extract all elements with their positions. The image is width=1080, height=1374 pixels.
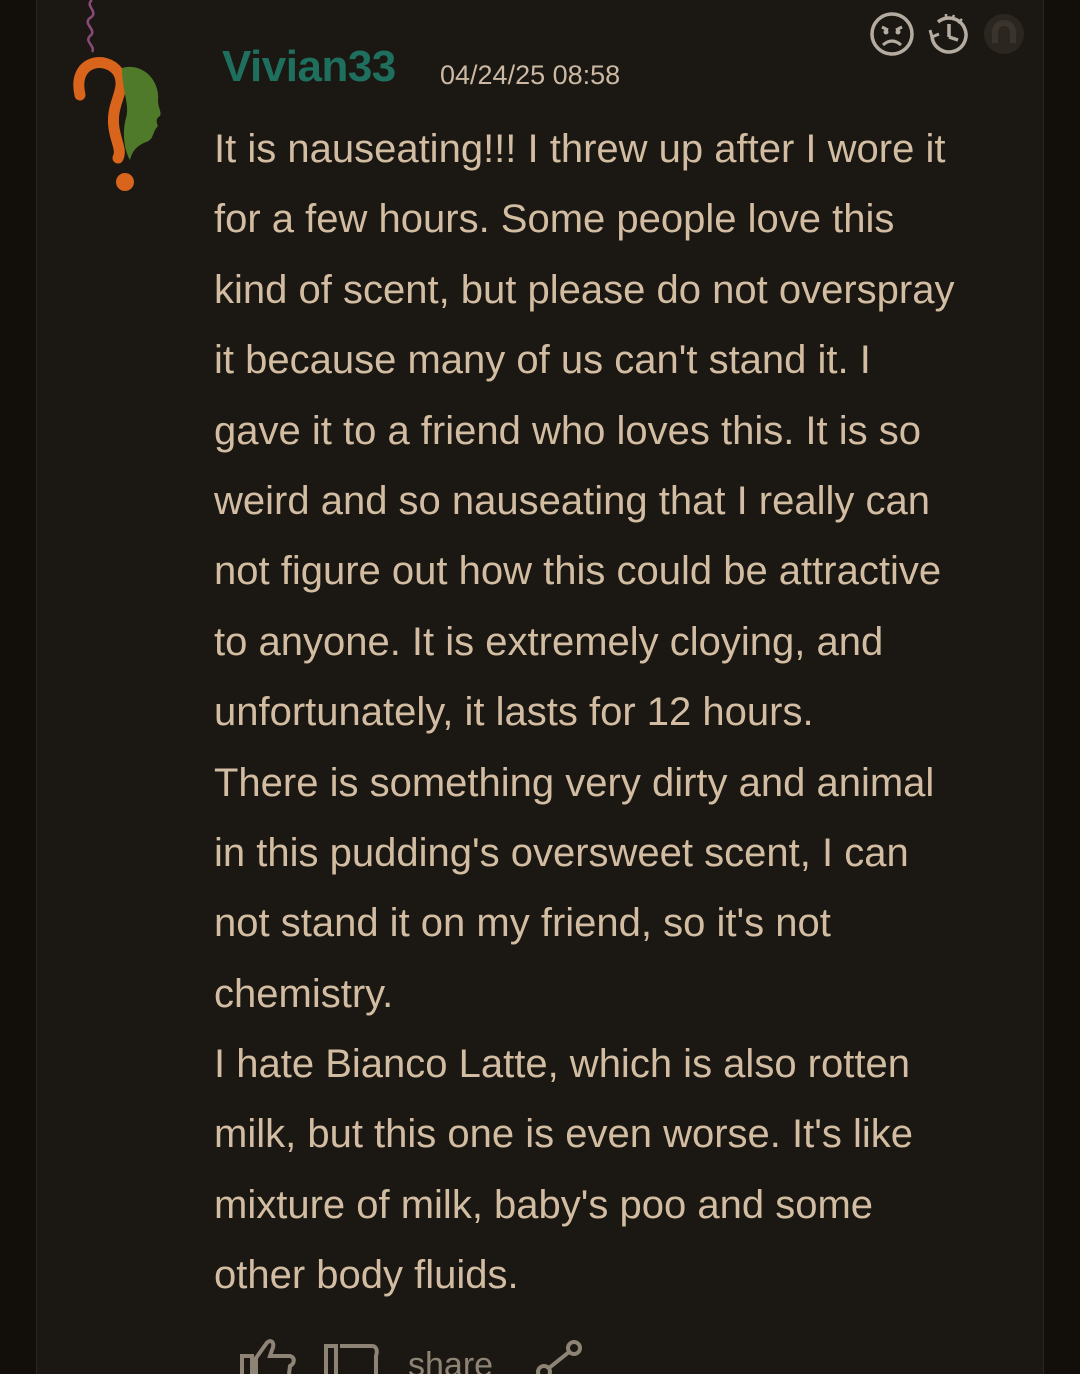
avatar-squiggle [86, 0, 95, 53]
avatar-face-profile [122, 66, 161, 160]
review-line: mixture of milk, baby's poo and some [214, 1182, 874, 1227]
thumbs-up-icon[interactable] [238, 1336, 298, 1374]
review-line: other body fluids. [214, 1253, 519, 1298]
timestamp: 04/24/25 08:58 [440, 60, 621, 90]
review-line: gave it to a friend who loves this. It i… [214, 408, 922, 453]
review-line: kind of scent, but please do not overspr… [214, 267, 955, 312]
review-line: to anyone. It is extremely cloying, and [214, 619, 884, 664]
review-line: milk, but this one is even worse. It's l… [214, 1112, 914, 1157]
review-line: It is nauseating!!! I threw up after I w… [214, 127, 946, 171]
review-line: chemistry. [214, 971, 394, 1016]
share-icon[interactable] [534, 1336, 584, 1374]
review-line: unfortunately, it lasts for 12 hours. [214, 690, 814, 735]
review-line: There is something very dirty and animal [214, 760, 935, 805]
avatar-question-dot [116, 173, 134, 191]
username[interactable]: Vivian33 [222, 42, 396, 92]
review-line: it because many of us can't stand it. I [214, 338, 871, 383]
clock-history-icon[interactable] [924, 10, 972, 58]
comment-icon[interactable] [322, 1336, 382, 1374]
avatar-question-mark [73, 57, 127, 164]
review-line: not stand it on my friend, so it's not [214, 901, 831, 946]
review-line: for a few hours. Some people love this [214, 197, 895, 242]
avatar[interactable] [66, 0, 166, 200]
review-text: It is nauseating!!! I threw up after I w… [214, 114, 1034, 1311]
sad-face-icon[interactable] [868, 10, 916, 58]
gender-icon[interactable] [980, 10, 1028, 58]
review-line: I hate Bianco Latte, which is also rotte… [214, 1042, 910, 1087]
review-line: in this pudding's oversweet scent, I can [214, 830, 909, 875]
review-line: not figure out how this could be attract… [214, 549, 942, 594]
share-label[interactable]: share [408, 1346, 493, 1374]
review-line: weird and so nauseating that I really ca… [214, 478, 930, 523]
